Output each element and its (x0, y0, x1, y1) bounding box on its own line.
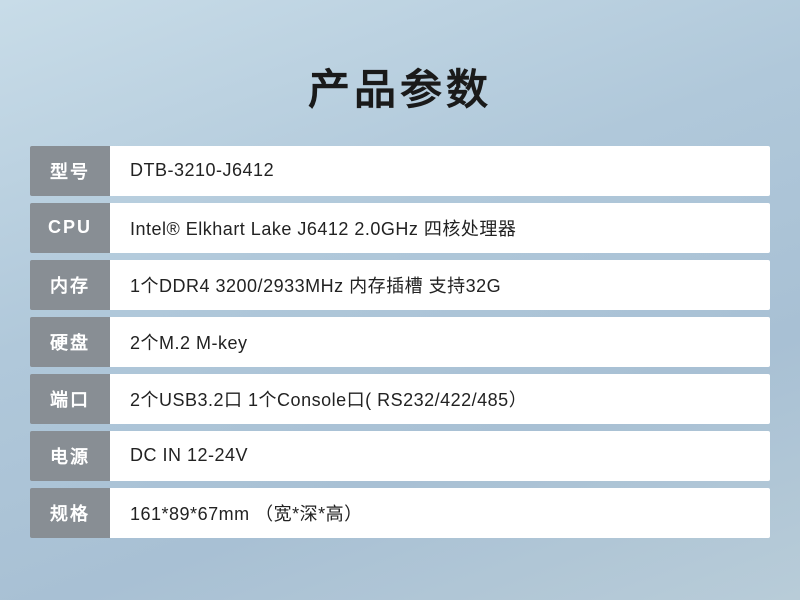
table-row: 型号DTB-3210-J6412 (30, 146, 770, 196)
spec-value: 161*89*67mm （宽*深*高） (110, 488, 770, 538)
table-row: 硬盘2个M.2 M-key (30, 317, 770, 367)
table-row: 规格161*89*67mm （宽*深*高） (30, 488, 770, 538)
table-row: 内存1个DDR4 3200/2933MHz 内存插槽 支持32G (30, 260, 770, 310)
spec-value: Intel® Elkhart Lake J6412 2.0GHz 四核处理器 (110, 203, 770, 253)
spec-table: 型号DTB-3210-J6412CPUIntel® Elkhart Lake J… (30, 139, 770, 545)
spec-label: 端口 (30, 374, 110, 424)
spec-label: CPU (30, 203, 110, 253)
spec-value: DTB-3210-J6412 (110, 146, 770, 196)
spec-label: 电源 (30, 431, 110, 481)
spec-value: 1个DDR4 3200/2933MHz 内存插槽 支持32G (110, 260, 770, 310)
spec-value: 2个USB3.2口 1个Console口( RS232/422/485） (110, 374, 770, 424)
spec-value: 2个M.2 M-key (110, 317, 770, 367)
table-row: 电源DC IN 12-24V (30, 431, 770, 481)
spec-label: 硬盘 (30, 317, 110, 367)
page-title: 产品参数 (30, 56, 770, 117)
table-row: 端口2个USB3.2口 1个Console口( RS232/422/485） (30, 374, 770, 424)
spec-label: 内存 (30, 260, 110, 310)
table-row: CPUIntel® Elkhart Lake J6412 2.0GHz 四核处理… (30, 203, 770, 253)
spec-label: 型号 (30, 146, 110, 196)
spec-label: 规格 (30, 488, 110, 538)
main-container: 产品参数 型号DTB-3210-J6412CPUIntel® Elkhart L… (30, 56, 770, 545)
spec-value: DC IN 12-24V (110, 431, 770, 481)
